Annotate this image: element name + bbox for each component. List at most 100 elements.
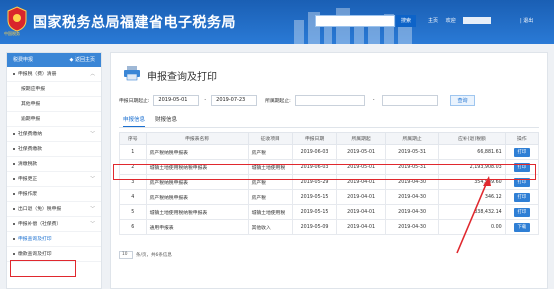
top-links: 主页 欢迎 — [428, 17, 495, 24]
sidebar-item[interactable]: 申报税（费）清册 ︿ — [7, 67, 101, 82]
start-date-input[interactable]: 2019-05-01 — [153, 95, 200, 106]
page-size-select[interactable]: 10 — [119, 251, 133, 259]
period-end-input[interactable] — [382, 95, 439, 106]
bullet-icon — [13, 222, 15, 225]
sidebar-item-label: 申报税（费）清册 — [18, 72, 57, 77]
cell-name: 房产税纳税申报表 — [145, 144, 249, 160]
col-header: 所属期起 — [336, 132, 386, 145]
table-row: 1 房产税纳税申报表 房产税 2019-06-03 2019-05-01 2019-05-… — [119, 144, 540, 160]
sidebar-item-label: 缴款查询及打印 — [18, 252, 52, 257]
chevron-down-icon[interactable]: ﹀ — [90, 172, 95, 187]
chevron-down-icon[interactable]: ﹀ — [90, 127, 95, 142]
sidebar-item-label: 申报更正 — [18, 177, 38, 182]
cell-name: 通用申报表 — [145, 219, 249, 235]
cell-amount: 338,432.14 — [438, 204, 506, 220]
tab-declaration-info[interactable]: 申报信息 — [123, 115, 146, 127]
back-home-link[interactable]: ◆ 返回主页 — [70, 53, 95, 67]
tab-bar: 申报信息 财报信息 — [123, 115, 177, 127]
sidebar-item[interactable]: 逾期申报 — [7, 112, 101, 127]
sidebar-item-label: 逾期申报 — [21, 117, 41, 122]
filter-bar: 申报日期起止: 2019-05-01 - 2019-07-23 所属期起止: -… — [119, 95, 475, 106]
emblem-icon — [7, 6, 27, 32]
cell-item: 房产税 — [247, 144, 293, 160]
print-button[interactable]: 打印 — [513, 192, 530, 202]
pager: 10 条/页，共6条信息 — [119, 251, 172, 259]
col-header: 应补(退)税额 — [438, 132, 506, 145]
bullet-icon — [13, 177, 15, 180]
sidebar-item-label: 申报查询及打印 — [18, 237, 52, 242]
bullet-icon — [13, 252, 15, 255]
chevron-down-icon[interactable]: ﹀ — [90, 202, 95, 217]
cell-amount: 66,881.61 — [438, 144, 506, 160]
sidebar-item[interactable]: 申报更正 ﹀ — [7, 172, 101, 187]
sidebar-item[interactable]: 清缴税款 — [7, 157, 101, 172]
cell-end: 2019-04-30 — [384, 189, 440, 205]
bullet-icon — [13, 132, 15, 135]
cell-action: 打印 — [504, 189, 540, 205]
col-header: 所属期止 — [384, 132, 440, 145]
sidebar-item[interactable]: 按期应申报 — [7, 82, 101, 97]
back-home-label[interactable]: 返回主页 — [75, 57, 95, 63]
printer-icon — [124, 66, 140, 81]
sidebar-item-label: 社保费缴款 — [18, 147, 42, 152]
end-date-input[interactable]: 2019-07-23 — [211, 95, 258, 106]
sidebar-item-label: 出口退（免）税申报 — [18, 207, 62, 212]
chevron-down-icon[interactable]: ﹀ — [90, 217, 95, 232]
sidebar-menu: 申报税（费）清册 ︿ 按期应申报 其他申报 逾期申报 社保费缴纳 ﹀ 社保费缴款 清缴税款 申报更… — [7, 67, 101, 262]
cell-amount: 346.12 — [438, 189, 506, 205]
tab-financial-info[interactable]: 财报信息 — [155, 115, 177, 127]
query-button[interactable]: 查询 — [450, 95, 475, 106]
print-button[interactable]: 打印 — [513, 207, 530, 217]
cell-date: 2019-05-15 — [291, 204, 338, 220]
cell-item: 其他收入 — [247, 219, 293, 235]
col-header: 申报表名称 — [145, 132, 249, 145]
cell-no: 4 — [119, 189, 147, 205]
cell-action: 下载 — [504, 219, 540, 235]
cell-end: 2019-05-31 — [384, 144, 440, 160]
sidebar-item[interactable]: 其他申报 — [7, 97, 101, 112]
declaration-table: 序号 申报表名称 征收项目 申报日期 所属期起 所属期止 应补(退)税额 操作 … — [119, 132, 540, 235]
site-title: 国家税务总局福建省电子税务局 — [33, 15, 236, 31]
chevron-up-icon[interactable]: ︿ — [90, 67, 95, 82]
cell-date: 2019-06-03 — [291, 144, 338, 160]
sidebar-item[interactable]: 申报作废 — [7, 187, 101, 202]
search-input[interactable] — [315, 15, 395, 27]
table-row: 6 通用申报表 其他收入 2019-05-09 2019-04-01 2019-04-30… — [119, 219, 540, 235]
logo-subtitle: 中国税务 — [4, 31, 20, 36]
date-separator: - — [204, 98, 207, 103]
sidebar-item-label: 其他申报 — [21, 102, 41, 107]
welcome-label: 欢迎 — [445, 18, 456, 24]
cell-start: 2019-04-01 — [336, 189, 386, 205]
sidebar-item-label: 社保费缴纳 — [18, 132, 42, 137]
sidebar-item[interactable]: 出口退（免）税申报 ﹀ — [7, 202, 101, 217]
exit-link[interactable]: | 退出 — [520, 17, 533, 24]
download-button[interactable]: 下载 — [513, 222, 530, 232]
col-header: 申报日期 — [291, 132, 338, 145]
sidebar-item-label: 按期应申报 — [21, 87, 45, 92]
search-button[interactable]: 搜索 — [396, 15, 416, 27]
sidebar-title: 税费申报 — [13, 57, 34, 63]
col-header: 操作 — [504, 132, 540, 145]
sidebar-item-label: 申报补偿（社保费） — [18, 222, 62, 227]
home-link[interactable]: 主页 — [428, 18, 438, 24]
sidebar-item[interactable]: 申报查询及打印 — [7, 232, 101, 247]
cell-start: 2019-05-01 — [336, 144, 386, 160]
sidebar-item[interactable]: 社保费缴纳 ﹀ — [7, 127, 101, 142]
cell-name: 城镇土地使用税纳税申报表 — [145, 204, 249, 220]
period-start-input[interactable] — [294, 95, 365, 106]
sidebar-header: 税费申报 ◆ 返回主页 — [7, 53, 101, 67]
tab-divider — [119, 127, 539, 128]
table-row: 5 城镇土地使用税纳税申报表 城镇土地使用税 2019-05-15 2019-04-01… — [119, 204, 540, 220]
sidebar-item[interactable]: 社保费缴款 — [7, 142, 101, 157]
col-header: 征收项目 — [247, 132, 293, 145]
bullet-icon — [13, 147, 15, 150]
sidebar-item[interactable]: 申报补偿（社保费） ﹀ — [7, 217, 101, 232]
print-button[interactable]: 打印 — [513, 147, 530, 157]
cell-item: 城镇土地使用税 — [247, 204, 293, 220]
sidebar-item-label: 申报作废 — [18, 192, 38, 197]
sidebar-highlight-box — [10, 260, 76, 277]
cell-name: 房产税纳税申报表 — [145, 189, 249, 205]
table-row: 4 房产税纳税申报表 房产税 2019-05-15 2019-04-01 2019-04-… — [119, 189, 540, 205]
bullet-icon — [13, 237, 15, 240]
cell-no: 5 — [119, 204, 147, 220]
